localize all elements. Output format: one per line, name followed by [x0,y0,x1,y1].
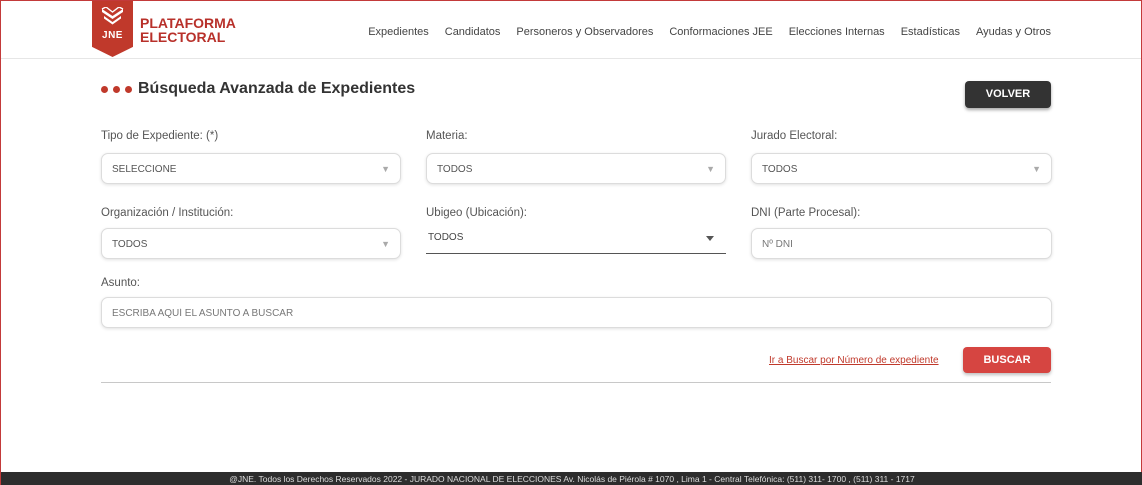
jne-logo[interactable]: JNE [92,1,133,57]
tipo-label: Tipo de Expediente: (*) [101,130,219,142]
ubigeo-select-value: TODOS [428,232,464,243]
jurado-label: Jurado Electoral: [751,130,838,142]
title-dot-icon [125,85,132,93]
dropdown-caret-icon: ▼ [1032,164,1041,174]
nav-personeros[interactable]: Personeros y Observadores [516,26,653,38]
nav-candidatos[interactable]: Candidatos [445,26,501,38]
organizacion-select[interactable]: TODOS ▼ [101,228,401,259]
brand-line-1: PLATAFORMA [140,15,236,31]
volver-button[interactable]: VOLVER [965,81,1051,108]
tipo-select-value: SELECCIONE [112,164,177,175]
page-title: Búsqueda Avanzada de Expedientes [138,80,416,97]
nav-expedientes[interactable]: Expedientes [368,26,429,38]
jurado-select-value: TODOS [762,164,798,175]
logo-emblem-icon [101,7,124,25]
asunto-input[interactable] [112,308,958,319]
tipo-select[interactable]: SELECCIONE ▼ [101,153,401,184]
organizacion-select-value: TODOS [112,239,148,250]
top-header: JNE PLATAFORMA ELECTORAL Expedientes Can… [1,1,1141,59]
dropdown-caret-icon [706,236,714,241]
page-title-row: Búsqueda Avanzada de Expedientes [101,80,415,98]
materia-select-value: TODOS [437,164,473,175]
materia-select[interactable]: TODOS ▼ [426,153,726,184]
buscar-por-numero-link[interactable]: Ir a Buscar por Número de expediente [769,355,939,366]
dni-input[interactable] [762,239,1023,250]
asunto-label: Asunto: [101,277,140,289]
form-divider [101,382,1051,383]
dni-field[interactable] [751,228,1052,259]
main-nav: Expedientes Candidatos Personeros y Obse… [352,26,1051,38]
dropdown-caret-icon: ▼ [381,239,390,249]
ubigeo-select[interactable]: TODOS [426,229,726,254]
brand-name[interactable]: PLATAFORMA ELECTORAL [140,16,236,44]
dropdown-caret-icon: ▼ [706,164,715,174]
jurado-select[interactable]: TODOS ▼ [751,153,1052,184]
logo-badge-text: JNE [102,30,123,41]
footer: @JNE. Todos los Derechos Reservados 2022… [1,472,1142,485]
title-dot-icon [113,85,120,93]
nav-ayudas[interactable]: Ayudas y Otros [976,26,1051,38]
nav-estadisticas[interactable]: Estadísticas [901,26,960,38]
materia-label: Materia: [426,130,468,142]
dni-label: DNI (Parte Procesal): [751,207,861,219]
brand-line-2: ELECTORAL [140,29,226,45]
nav-elecciones-internas[interactable]: Elecciones Internas [789,26,885,38]
asunto-field[interactable] [101,297,1052,328]
buscar-button[interactable]: BUSCAR [963,347,1051,373]
dropdown-caret-icon: ▼ [381,164,390,174]
title-dot-icon [101,85,108,93]
ubigeo-label: Ubigeo (Ubicación): [426,207,527,219]
nav-conformaciones[interactable]: Conformaciones JEE [669,26,772,38]
organizacion-label: Organización / Institución: [101,207,234,219]
